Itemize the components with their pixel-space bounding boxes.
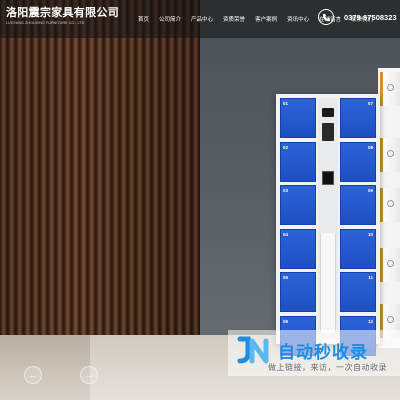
- binder: [380, 138, 400, 172]
- watermark: 自动秒收录 做上链接，来访，一次自动收录: [228, 330, 400, 376]
- nav-item-about[interactable]: 公司简介: [154, 0, 186, 38]
- locker-door-number: 02: [283, 144, 289, 150]
- locker-left-column: 01 02 03 04 05 06: [280, 98, 316, 359]
- arrow-right-icon: →: [84, 369, 94, 380]
- locker-door-number: 03: [283, 188, 289, 193]
- binder-shelf: [378, 68, 400, 348]
- locker-screen: [322, 108, 334, 117]
- phone-icon: [318, 9, 334, 25]
- locker-control-panel: [318, 98, 338, 338]
- watermark-title: 自动秒收录: [278, 343, 368, 362]
- hero-banner: 01 02 03 04 05 06 07 08 09 10 11 12 ← →: [0, 0, 400, 400]
- carousel-next-button[interactable]: →: [80, 366, 98, 384]
- locker-door: 01: [280, 98, 316, 138]
- locker-center-strip: [320, 233, 336, 333]
- nav-item-news[interactable]: 资讯中心: [282, 0, 314, 38]
- locker-door-number: 04: [283, 231, 289, 237]
- company-name: 洛阳震宗家具有限公司: [6, 7, 119, 19]
- locker-door-number: 08: [367, 144, 373, 150]
- hero-floor-shadow: [0, 335, 90, 400]
- locker-door: 09: [340, 185, 376, 225]
- locker-door: 07: [340, 98, 376, 138]
- carousel-prev-button[interactable]: ←: [24, 366, 42, 384]
- watermark-subtitle: 做上链接，来访，一次自动收录: [268, 363, 387, 372]
- locker-door: 02: [280, 141, 316, 182]
- locker-door: 08: [340, 141, 376, 182]
- nav-item-home[interactable]: 首页: [134, 0, 154, 38]
- phone-number: 0379-67508323: [344, 12, 397, 22]
- arrow-left-icon: ←: [28, 369, 38, 380]
- locker-door-number: 07: [367, 101, 373, 106]
- locker-door-number: 12: [367, 318, 373, 324]
- locker-door: 10: [340, 228, 376, 269]
- locker-door-number: 09: [367, 188, 373, 193]
- locker-right-column: 07 08 09 10 11 12: [340, 98, 376, 359]
- locker-door: 03: [280, 185, 316, 225]
- binder: [380, 248, 400, 282]
- site-logo[interactable]: 洛阳震宗家具有限公司 LUOYANG ZHOUXING FURNITURE CO…: [6, 7, 119, 26]
- locker-door: 04: [280, 228, 316, 269]
- binder: [380, 72, 400, 106]
- locker-door-number: 10: [367, 231, 373, 237]
- watermark-logo-icon: [237, 336, 269, 364]
- locker-keypad: [322, 123, 334, 141]
- top-navigation-bar: 洛阳震宗家具有限公司 LUOYANG ZHOUXING FURNITURE CO…: [0, 0, 400, 38]
- nav-item-cases[interactable]: 客户案例: [250, 0, 282, 38]
- qr-code-icon: [322, 171, 334, 185]
- binder: [380, 188, 400, 222]
- locker-door-number: 05: [283, 275, 289, 280]
- locker-door: 05: [280, 272, 316, 312]
- nav-item-honors[interactable]: 资质荣誉: [218, 0, 250, 38]
- nav-item-products[interactable]: 产品中心: [186, 0, 218, 38]
- locker-door: 11: [340, 272, 376, 312]
- contact-phone[interactable]: 0379-67508323: [318, 9, 397, 25]
- company-name-english: LUOYANG ZHOUXING FURNITURE CO., LTD: [6, 21, 85, 25]
- smart-locker-image: 01 02 03 04 05 06 07 08 09 10 11 12: [276, 94, 380, 356]
- locker-door-number: 01: [283, 101, 289, 106]
- locker-door-number: 06: [283, 318, 289, 324]
- locker-door-number: 11: [368, 275, 373, 280]
